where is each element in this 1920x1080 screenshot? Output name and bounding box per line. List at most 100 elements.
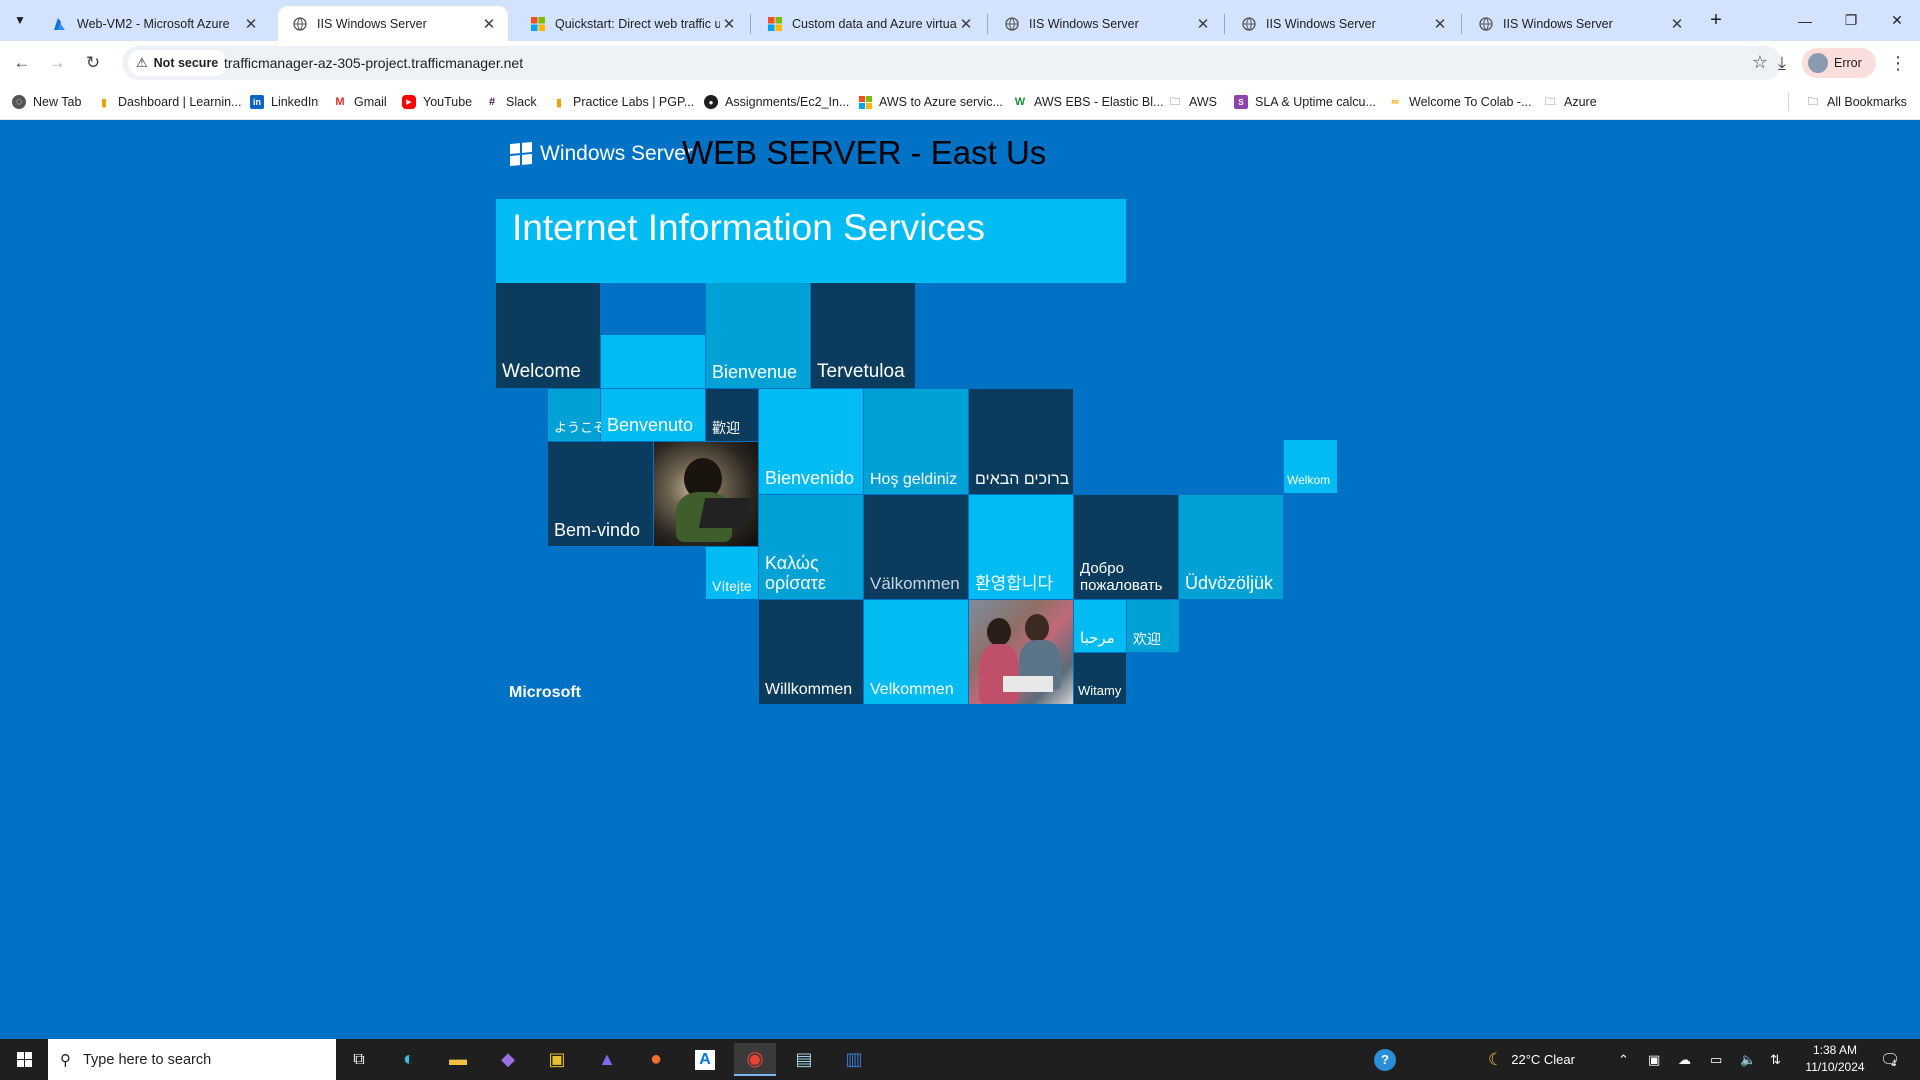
taskbar-visual-studio[interactable]: ◆	[487, 1043, 529, 1076]
tray-network-icon[interactable]: ⇅	[1770, 1039, 1781, 1080]
bookmark-label: Dashboard | Learnin...	[118, 95, 242, 109]
photo-two-people-laptop	[969, 600, 1073, 704]
close-icon[interactable]: ✕	[480, 15, 498, 33]
bookmark-slack[interactable]: # Slack	[485, 92, 537, 112]
new-tab-button[interactable]: +	[1702, 8, 1730, 32]
tab-iis-4[interactable]: IIS Windows Server ✕	[1464, 6, 1696, 41]
close-icon[interactable]: ✕	[1668, 15, 1686, 33]
close-icon[interactable]: ✕	[242, 15, 260, 33]
close-icon[interactable]: ✕	[1431, 15, 1449, 33]
bookmark-label: SLA & Uptime calcu...	[1255, 95, 1376, 109]
tile-velkommen: Velkommen	[864, 600, 968, 704]
bookmark-gmail[interactable]: M Gmail	[333, 92, 386, 112]
taskbar-search[interactable]: ⚲ Type here to search	[48, 1039, 336, 1080]
all-bookmarks-button[interactable]: 🗀 All Bookmarks	[1806, 92, 1907, 112]
taskbar-clock[interactable]: 1:38 AM 11/10/2024	[1800, 1042, 1870, 1076]
gmail-icon: M	[335, 96, 345, 108]
app-icon: ▤	[795, 1049, 813, 1069]
bookmark-label: Welcome To Colab -...	[1409, 95, 1532, 109]
help-icon[interactable]: ?	[1374, 1039, 1396, 1080]
show-hidden-icons[interactable]: ⌃	[1618, 1039, 1629, 1080]
tab-title: Quickstart: Direct web traffic us	[555, 16, 720, 31]
tab-title: IIS Windows Server	[1503, 16, 1613, 31]
taskbar-app-purple[interactable]: ▲	[586, 1043, 628, 1076]
tile-label: Benvenuto	[607, 415, 694, 436]
bookmark-dashboard[interactable]: ▮ Dashboard | Learnin...	[97, 92, 242, 112]
tab-search-button[interactable]: ▼	[8, 8, 32, 32]
bookmark-folder-azure[interactable]: 🗀 Azure	[1543, 92, 1597, 112]
page-title: WEB SERVER - East Us	[682, 134, 1047, 171]
photo-figure	[1025, 614, 1049, 642]
tile-label: Willkommen	[765, 680, 853, 698]
bookmark-aws-ebs[interactable]: W AWS EBS - Elastic Bl...	[1013, 92, 1164, 112]
clock-date: 11/10/2024	[1805, 1060, 1865, 1074]
taskbar-azure-app[interactable]: A	[684, 1043, 726, 1076]
task-view-button[interactable]: ⧉	[338, 1043, 380, 1076]
download-button[interactable]: ⤓	[1768, 49, 1796, 77]
bookmark-sla[interactable]: S SLA & Uptime calcu...	[1234, 92, 1376, 112]
tile-label: Välkommen	[870, 574, 960, 594]
visual-studio-icon: ◆	[501, 1049, 515, 1069]
photo-figure	[979, 644, 1019, 704]
taskbar-app-orange[interactable]: ●	[635, 1043, 677, 1076]
close-icon[interactable]: ✕	[957, 15, 975, 33]
tab-web-vm2[interactable]: Web-VM2 - Microsoft Azure ✕	[38, 6, 270, 41]
taskbar-app-yellow[interactable]: ▣	[536, 1043, 578, 1076]
bookmark-youtube[interactable]: ▶ YouTube	[402, 92, 472, 112]
tile-label: Καλώς ορίσατε	[765, 552, 826, 594]
taskbar-file-explorer[interactable]: ▬	[437, 1043, 479, 1076]
chart-icon: ▮	[100, 96, 108, 109]
bookmark-label: LinkedIn	[271, 95, 319, 109]
bookmark-assignments[interactable]: ● Assignments/Ec2_In...	[704, 92, 849, 112]
tile-vitejte: Vítejte	[706, 547, 758, 599]
linkedin-icon: in	[250, 95, 264, 109]
bookmark-aws-to-azure[interactable]: AWS to Azure servic...	[858, 92, 1003, 112]
browser-toolbar: ← → ↻ ⚠ Not secure trafficmanager-az-305…	[0, 41, 1920, 84]
close-icon[interactable]: ✕	[1194, 15, 1212, 33]
tray-onedrive-icon[interactable]: ☁	[1678, 1039, 1691, 1080]
browser-menu-button[interactable]: ⋮	[1886, 49, 1910, 77]
tile-russian: Добро пожаловать	[1074, 495, 1178, 599]
back-button[interactable]: ←	[8, 49, 36, 77]
taskbar-edge[interactable]: ◐	[388, 1043, 430, 1076]
tile-bienvenue: Bienvenue	[706, 283, 810, 388]
bookmark-star-icon[interactable]: ☆	[1752, 52, 1768, 73]
taskbar-remote-desktop[interactable]: ▥	[833, 1043, 875, 1076]
bookmark-practice-labs[interactable]: ▮ Practice Labs | PGP...	[552, 92, 694, 112]
address-bar[interactable]: ⚠ Not secure trafficmanager-az-305-proje…	[122, 46, 1782, 80]
search-icon: ⚲	[60, 1051, 71, 1069]
tray-volume-icon[interactable]: 🔈	[1740, 1039, 1756, 1080]
tab-iis-3[interactable]: IIS Windows Server ✕	[1227, 6, 1459, 41]
restore-button[interactable]: ❐	[1828, 0, 1874, 41]
tile-label: 환영합니다	[975, 574, 1054, 594]
bookmark-colab[interactable]: ∞ Welcome To Colab -...	[1388, 92, 1532, 112]
bookmark-linkedin[interactable]: in LinkedIn	[250, 92, 318, 112]
taskbar-chrome[interactable]: ◉	[734, 1043, 776, 1076]
tab-custom-data[interactable]: Custom data and Azure virtual ✕	[753, 6, 985, 41]
reload-button[interactable]: ↻	[79, 49, 107, 77]
profile-button[interactable]: Error	[1802, 48, 1876, 78]
start-button[interactable]	[0, 1039, 48, 1080]
bookmark-new-tab[interactable]: ◌ New Tab	[12, 92, 81, 112]
tab-iis-active[interactable]: IIS Windows Server ✕	[278, 6, 508, 41]
forward-button[interactable]: →	[43, 49, 71, 77]
url-text[interactable]: trafficmanager-az-305-project.trafficman…	[224, 55, 523, 71]
close-icon[interactable]: ✕	[720, 15, 738, 33]
tab-iis-2[interactable]: IIS Windows Server ✕	[990, 6, 1222, 41]
camera-icon: ▣	[1648, 1051, 1661, 1067]
taskbar-app-notepad[interactable]: ▤	[783, 1043, 825, 1076]
tile-label: Bienvenue	[712, 362, 798, 383]
arrow-left-icon: ←	[13, 53, 31, 72]
minimize-button[interactable]: —	[1782, 0, 1828, 41]
tile-label: ようこそ	[554, 420, 607, 436]
tray-battery-icon[interactable]: ▭	[1710, 1039, 1722, 1080]
bookmark-folder-aws[interactable]: 🗀 AWS	[1168, 92, 1218, 112]
notification-center[interactable]: 🗨 4	[1880, 1039, 1900, 1080]
tray-meet-icon[interactable]: ▣	[1648, 1039, 1660, 1080]
close-window-button[interactable]: ✕	[1874, 0, 1920, 41]
weather-widget[interactable]: ☾ 22°C Clear	[1488, 1039, 1575, 1080]
security-chip[interactable]: ⚠ Not secure	[128, 50, 229, 76]
tab-quickstart[interactable]: Quickstart: Direct web traffic us ✕	[516, 6, 748, 41]
bookmark-label: AWS to Azure servic...	[879, 95, 1003, 109]
iis-welcome-page: Windows Server WEB SERVER - East Us Inte…	[0, 120, 1920, 1039]
